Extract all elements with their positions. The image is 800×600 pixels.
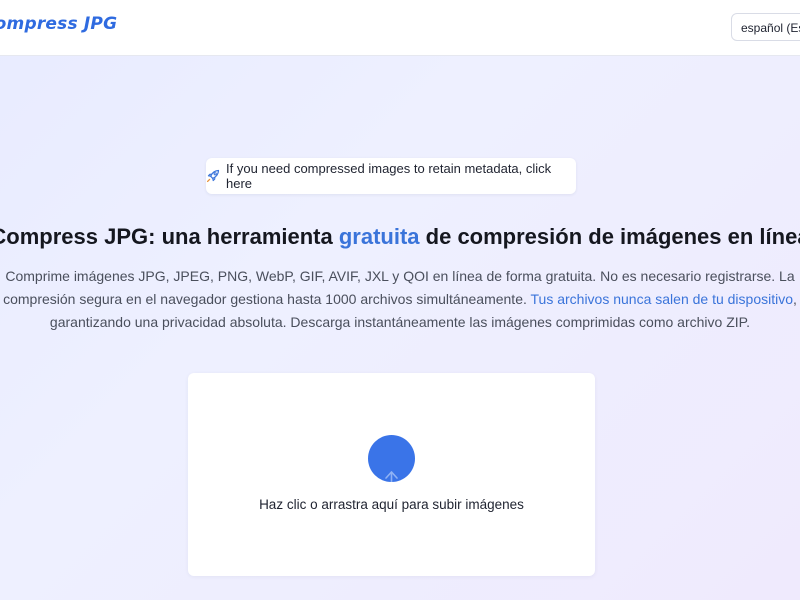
title-part-2: de compresión de imágenes en línea <box>419 224 800 249</box>
language-selector[interactable]: español (Español) <box>731 13 800 41</box>
metadata-notice-text: If you need compressed images to retain … <box>226 161 552 191</box>
title-part-1: Compress JPG: una herramienta <box>0 224 339 249</box>
metadata-notice-button[interactable]: If you need compressed images to retain … <box>206 158 576 194</box>
upload-dropzone[interactable]: Haz clic o arrastra aquí para subir imág… <box>188 373 595 576</box>
upload-prompt: Haz clic o arrastra aquí para subir imág… <box>259 497 524 512</box>
page-title: Compress JPG: una herramienta gratuita d… <box>0 224 800 250</box>
privacy-highlight: Tus archivos nunca salen de tu dispositi… <box>530 291 794 307</box>
title-accent: gratuita <box>338 224 420 249</box>
upload-icon[interactable] <box>368 435 415 482</box>
rocket-icon <box>206 169 220 183</box>
top-navigation-bar: Compress JPG español (Español) <box>0 0 800 56</box>
page-description: Comprime imágenes JPG, JPEG, PNG, WebP, … <box>0 265 800 334</box>
site-logo[interactable]: Compress JPG <box>0 14 117 34</box>
